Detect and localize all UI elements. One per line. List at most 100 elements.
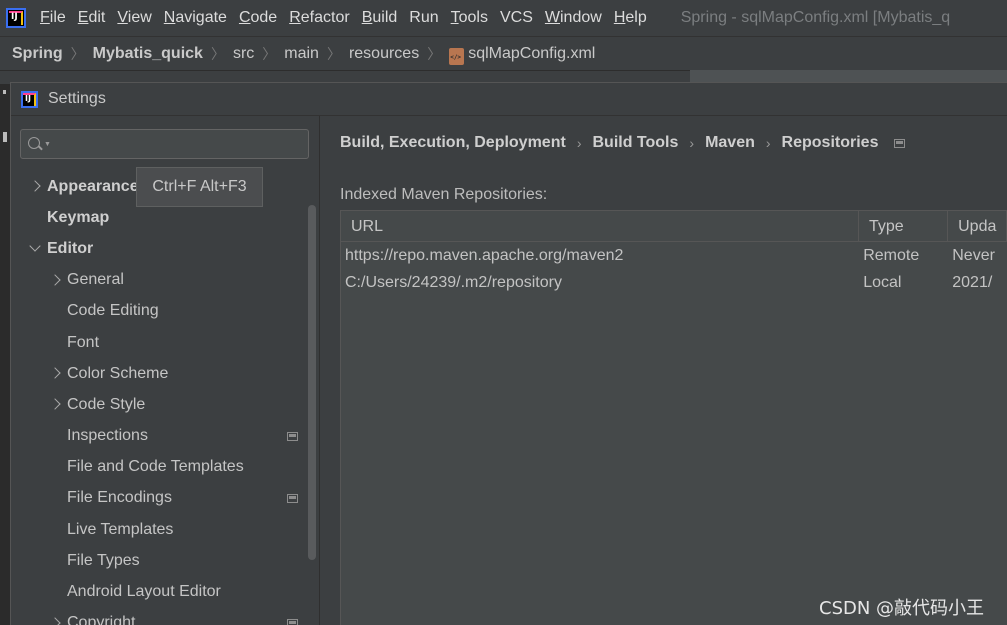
table-row[interactable]: C:/Users/24239/.m2/repository Local 2021/ — [341, 269, 1007, 296]
settings-page-breadcrumb: Build, Execution, Deployment › Build Too… — [340, 134, 906, 152]
menu-edit[interactable]: Edit — [72, 9, 112, 27]
sidebar-item-label: Android Layout Editor — [67, 583, 221, 601]
menu-label-rest: uild — [372, 9, 398, 26]
sidebar-scrollbar[interactable] — [308, 205, 316, 560]
page-crumb-repositories: Repositories — [781, 134, 879, 151]
intellij-logo-icon[interactable]: IJ — [6, 8, 26, 28]
chevron-right-icon: › — [765, 135, 771, 151]
breadcrumb-main[interactable]: main — [284, 45, 319, 63]
chevron-right-icon: › — [576, 135, 582, 151]
column-header-type[interactable]: Type — [859, 211, 949, 242]
menu-window[interactable]: Window — [539, 9, 608, 27]
menu-build[interactable]: Build — [356, 9, 404, 27]
sidebar-item-copyright[interactable]: Copyright — [11, 608, 307, 625]
menu-label-rest: ools — [458, 9, 488, 26]
sidebar-item-code-editing[interactable]: Code Editing — [11, 296, 307, 327]
column-header-url[interactable]: URL — [341, 211, 859, 242]
sidebar-item-label: Inspections — [67, 427, 148, 445]
menu-code[interactable]: Code — [233, 9, 283, 27]
sidebar-item-font[interactable]: Font — [11, 327, 307, 358]
chevron-down-icon[interactable]: ▼ — [44, 141, 51, 148]
search-icon[interactable] — [28, 137, 40, 149]
breadcrumb-project[interactable]: Spring — [12, 45, 63, 63]
table-row[interactable]: https://repo.maven.apache.org/maven2 Remo… — [341, 242, 1007, 269]
active-editor-tab[interactable] — [690, 70, 1007, 82]
breadcrumb-module[interactable]: Mybatis_quick — [93, 45, 203, 63]
sidebar-item-code-style[interactable]: Code Style — [11, 389, 307, 420]
sidebar-item-label: File Types — [67, 551, 140, 569]
menu-run[interactable]: Run — [403, 9, 444, 27]
breadcrumb-separator-icon: 〉 — [262, 45, 277, 62]
sidebar-item-file-types[interactable]: File Types — [11, 545, 307, 576]
menu-mnemonic: E — [77, 9, 89, 26]
sidebar-item-label: File Encodings — [67, 489, 172, 507]
project-level-icon — [894, 138, 906, 148]
chevron-right-icon[interactable] — [49, 616, 61, 625]
breadcrumb-file[interactable]: sqlMapConfig.xml — [468, 45, 595, 63]
menu-help[interactable]: Help — [608, 9, 653, 27]
breadcrumb-separator-icon: 〉 — [70, 45, 85, 62]
intellij-logo-icon: IJ — [21, 90, 38, 108]
chevron-right-icon[interactable] — [49, 398, 61, 410]
chevron-right-icon[interactable] — [29, 180, 41, 192]
settings-content: Build, Execution, Deployment › Build Too… — [320, 116, 1007, 625]
repository-url-cell: https://repo.maven.apache.org/maven2 — [345, 246, 624, 264]
sidebar-item-general[interactable]: General — [11, 265, 307, 296]
menu-label-rest: ile — [49, 9, 66, 26]
menu-vcs[interactable]: VCS — [494, 9, 539, 27]
repository-url-cell: C:/Users/24239/.m2/repository — [345, 273, 562, 291]
gutter-marker — [3, 132, 7, 142]
sidebar-item-label: Font — [67, 333, 100, 351]
menu-file[interactable]: File — [34, 9, 72, 27]
sidebar-item-live-templates[interactable]: Live Templates — [11, 514, 307, 545]
sidebar-item-label: Appearance — [47, 177, 139, 195]
page-crumb-build-tools: Build Tools — [592, 134, 679, 151]
breadcrumb-separator-icon: 〉 — [427, 45, 442, 62]
repository-updated-cell: Never — [952, 246, 995, 264]
page-crumb-maven: Maven — [705, 134, 755, 151]
sidebar-item-label: Color Scheme — [67, 364, 169, 382]
sidebar-item-file-and-code-templates[interactable]: File and Code Templates — [11, 452, 307, 483]
dialog-title-bar[interactable]: IJ Settings — [11, 83, 1007, 116]
sidebar-item-label: Copyright — [67, 614, 136, 625]
settings-search-box[interactable]: ▼ — [20, 129, 309, 159]
menu-label-rest: efactor — [300, 9, 350, 26]
settings-tree: Appearance Keymap Editor General Code Editin… — [11, 171, 307, 625]
chevron-right-icon[interactable] — [49, 273, 61, 286]
sidebar-item-file-encodings[interactable]: File Encodings — [11, 483, 307, 514]
menu-label-rest: avigate — [175, 9, 227, 26]
sidebar-item-editor[interactable]: Editor — [11, 233, 307, 264]
sidebar-item-color-scheme[interactable]: Color Scheme — [11, 358, 307, 389]
navigation-bar: Spring 〉 Mybatis_quick 〉 src 〉 main 〉 re… — [0, 36, 1007, 70]
breadcrumb-separator-icon: 〉 — [326, 45, 341, 62]
chevron-down-icon[interactable] — [29, 240, 41, 253]
breadcrumb-resources[interactable]: resources — [349, 45, 419, 63]
column-header-updated[interactable]: Upda — [948, 211, 1007, 242]
chevron-right-icon[interactable] — [49, 367, 61, 379]
menu-navigate[interactable]: Navigate — [158, 9, 233, 27]
project-level-icon — [287, 431, 298, 441]
gutter-marker — [3, 90, 6, 94]
menu-tools[interactable]: Tools — [445, 9, 494, 27]
project-level-icon — [287, 493, 298, 503]
watermark: CSDN @敲代码小王 — [819, 598, 985, 619]
dialog-title: Settings — [48, 90, 106, 107]
search-shortcut-tooltip: Ctrl+F Alt+F3 — [136, 167, 263, 207]
breadcrumb-src[interactable]: src — [233, 45, 254, 63]
menu-mnemonic: W — [544, 9, 560, 26]
sidebar-item-inspections[interactable]: Inspections — [11, 421, 307, 452]
chevron-right-icon: › — [689, 135, 695, 151]
menu-refactor[interactable]: Refactor — [283, 9, 355, 27]
sidebar-item-label: File and Code Templates — [67, 458, 244, 476]
sidebar-item-label: Editor — [47, 239, 94, 257]
settings-search-input[interactable] — [55, 134, 295, 154]
menu-view[interactable]: View — [111, 9, 157, 27]
sidebar-item-android-layout-editor[interactable]: Android Layout Editor — [11, 576, 307, 607]
window-title: Spring - sqlMapConfig.xml [Mybatis_q — [680, 9, 951, 26]
menu-label-rest: dit — [88, 9, 106, 26]
menubar: IJ File Edit View Navigate Code Refactor Build… — [0, 0, 1007, 36]
menu-label-rest: iew — [127, 9, 152, 26]
repositories-label: Indexed Maven Repositories: — [340, 186, 548, 203]
menu-mnemonic: N — [163, 9, 176, 26]
menu-mnemonic: H — [613, 9, 626, 26]
